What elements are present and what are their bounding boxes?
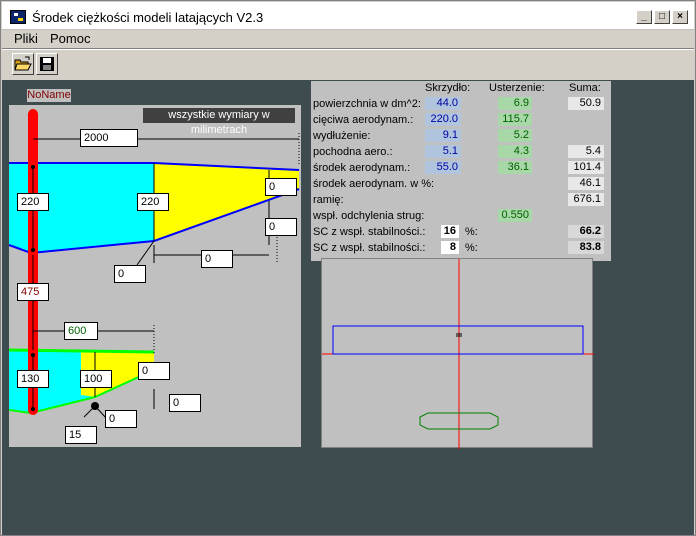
tail-offset-input-c[interactable]: 15 <box>65 426 97 444</box>
tail-area-value: 6.9 <box>498 97 532 110</box>
model-drawing <box>9 105 301 447</box>
open-file-button[interactable] <box>12 53 34 75</box>
menu-pliki[interactable]: Pliki <box>14 31 38 46</box>
app-icon[interactable] <box>10 10 26 24</box>
minimize-button[interactable]: _ <box>636 10 652 24</box>
tail-mac-value: 115.7 <box>498 113 532 126</box>
preview-wing <box>332 325 584 355</box>
label-area: powierzchnia w dm^2: <box>313 98 421 110</box>
header-tail: Usterzenie: <box>489 82 545 94</box>
maximize-button[interactable]: □ <box>654 10 670 24</box>
menu-pomoc[interactable]: Pomoc <box>50 31 90 46</box>
wing-mid-chord-input[interactable]: 220 <box>137 193 169 211</box>
sum-area-value: 50.9 <box>568 97 604 110</box>
tail-lift-slope-value: 4.3 <box>498 145 532 158</box>
header-sum: Suma: <box>569 82 601 94</box>
tail-mid-chord-input[interactable]: 100 <box>80 370 112 388</box>
preview-canvas <box>322 259 594 449</box>
header-wing: Skrzydło: <box>425 82 471 94</box>
sum-aero-center-percent-value: 46.1 <box>568 177 604 190</box>
menu-bar: Pliki Pomoc <box>2 30 694 48</box>
wing-area-value: 44.0 <box>425 97 461 110</box>
wing-span-input[interactable]: 2000 <box>80 129 138 147</box>
label-sc1: SC z wspł. stabilności.: <box>313 226 426 238</box>
label-mac: cięciwa aerodynam.: <box>313 114 414 126</box>
app-window: Środek ciężkości modeli latających V2.3 … <box>0 0 696 536</box>
sc2-result-value: 83.8 <box>568 241 604 254</box>
wing-tail-distance-input[interactable]: 475 <box>17 283 49 301</box>
save-file-button[interactable] <box>36 53 58 75</box>
tail-downwash-value: 0.550 <box>498 209 532 222</box>
wing-lift-slope-value: 5.1 <box>425 145 461 158</box>
wing-sweep-input-a[interactable]: 0 <box>114 265 146 283</box>
tail-aero-center-value: 36.1 <box>498 161 532 174</box>
open-folder-icon <box>14 56 32 71</box>
label-arm: ramię: <box>313 194 344 206</box>
units-note: wszystkie wymiary w milimetrach <box>143 108 295 136</box>
sc1-percent-input[interactable]: 16 <box>441 225 459 238</box>
sum-lift-slope-value: 5.4 <box>568 145 604 158</box>
tail-root-chord-input[interactable]: 130 <box>17 370 49 388</box>
wing-aspect-value: 9.1 <box>425 129 461 142</box>
wing-tip-offset-input[interactable]: 0 <box>265 218 297 236</box>
sc1-result-value: 66.2 <box>568 225 604 238</box>
wing-mac-value: 220.0 <box>425 113 461 126</box>
label-aero-center-percent: środek aerodynam. w %: <box>313 178 435 190</box>
label-aspect-ratio: wydłużenie: <box>313 130 371 142</box>
tail-tip-chord-input[interactable]: 0 <box>138 362 170 380</box>
tail-offset-input-b[interactable]: 0 <box>105 410 137 428</box>
sc2-percent-sign: %: <box>465 242 478 254</box>
top-view-preview <box>321 258 594 449</box>
sc2-percent-input[interactable]: 8 <box>441 241 459 254</box>
tail-offset-input-a[interactable]: 0 <box>169 394 201 412</box>
sum-aero-center-value: 101.4 <box>568 161 604 174</box>
model-schematic <box>9 109 300 420</box>
label-sc2: SC z wspł. stabilności.: <box>313 242 426 254</box>
label-downwash: wspł. odchylenia strug: <box>313 210 425 222</box>
tail-aspect-value: 5.2 <box>498 129 532 142</box>
wing-root-chord-input[interactable]: 220 <box>17 193 49 211</box>
label-lift-slope: pochodna aero.: <box>313 146 393 158</box>
wing-tip-chord-input[interactable]: 0 <box>265 178 297 196</box>
wing-aero-center-value: 55.0 <box>425 161 461 174</box>
tail-span-input[interactable]: 600 <box>64 322 98 340</box>
sc1-percent-sign: %: <box>465 226 478 238</box>
close-button[interactable]: × <box>672 10 688 24</box>
project-name: NoName <box>27 89 71 102</box>
title-bar[interactable]: Środek ciężkości modeli latających V2.3 … <box>2 2 694 30</box>
wing-sweep-input-b[interactable]: 0 <box>201 250 233 268</box>
sum-arm-value: 676.1 <box>568 193 604 206</box>
window-title: Środek ciężkości modeli latających V2.3 <box>32 10 264 25</box>
label-aero-center: środek aerodynam.: <box>313 162 411 174</box>
toolbar <box>2 50 694 78</box>
floppy-disk-icon <box>40 57 54 71</box>
